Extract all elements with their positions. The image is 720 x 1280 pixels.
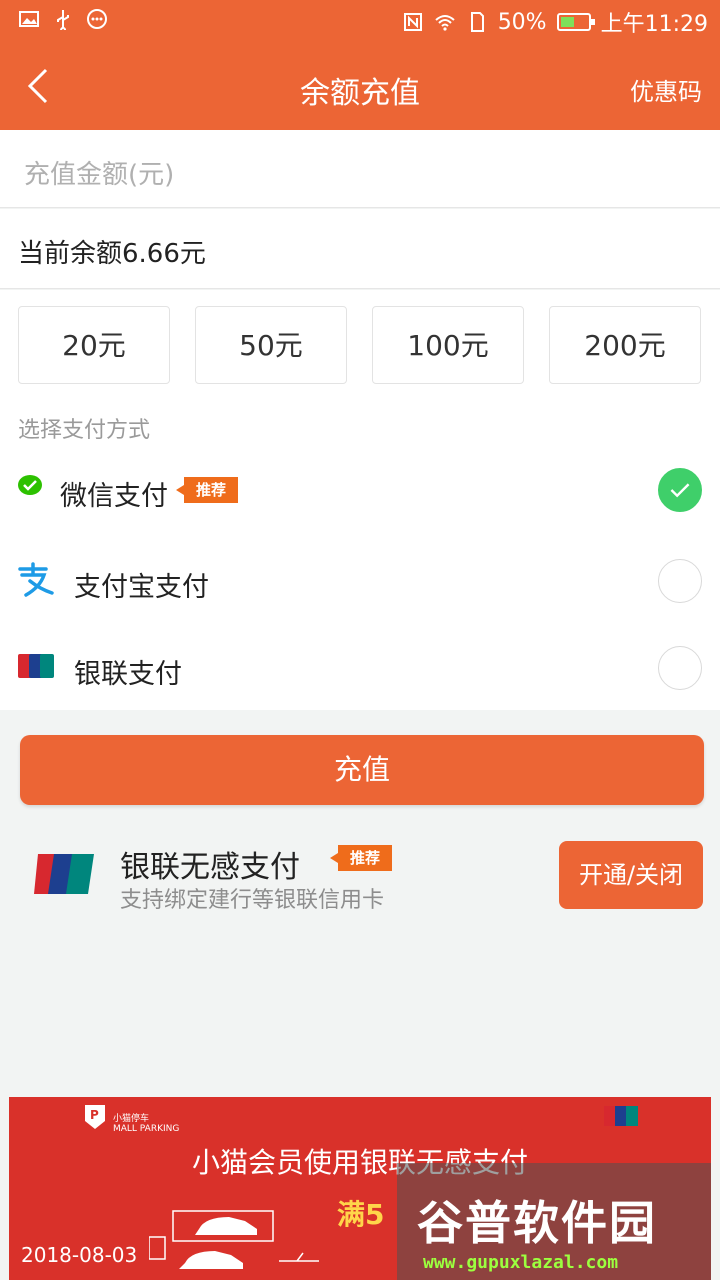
current-balance: 当前余额6.66元 [18, 239, 206, 269]
unionpay-promo-title: 银联无感支付 [120, 850, 300, 885]
recharge-button[interactable]: 充值 [20, 735, 704, 805]
status-bar: 50% 上午11:29 [0, 0, 720, 44]
page-title: 余额充值 [300, 76, 420, 111]
payment-method-alipay[interactable]: 支付宝支付 [0, 537, 720, 623]
unionpay-icon [18, 654, 54, 678]
amount-input-row[interactable]: 充值金额(元) [0, 130, 720, 208]
watermark-title: 谷普软件园 [417, 1196, 657, 1250]
parking-cars-illustration [149, 1210, 319, 1269]
amount-option-20[interactable]: 20元 [18, 306, 170, 384]
unionpay-logo-icon [34, 854, 94, 894]
payment-section-label: 选择支付方式 [18, 418, 151, 443]
image-icon [19, 11, 39, 27]
svg-text:P: P [90, 1108, 99, 1122]
battery-icon [556, 13, 595, 31]
unionpay-recommend-badge: 推荐 [329, 845, 393, 871]
amounts-panel: 20元 50元 100元 200元 选择支付方式 微信支付 推荐 支付宝支付 银… [0, 290, 720, 710]
banner-brand: 小猫停车 MALL PARKING [113, 1111, 179, 1134]
nfc-icon [403, 13, 422, 31]
enable-disable-button[interactable]: 开通/关闭 [559, 841, 703, 909]
coupon-code-button[interactable]: 优惠码 [630, 72, 702, 107]
status-right: 50% 上午11:29 [402, 6, 708, 38]
check-icon [670, 483, 690, 498]
wechat-radio-checked[interactable] [658, 468, 702, 512]
unionpay-radio[interactable] [658, 646, 702, 690]
battery-percent: 50% [497, 9, 547, 35]
payment-name-unionpay: 银联支付 [74, 659, 182, 690]
battery-fill [560, 17, 574, 27]
more-icon [87, 9, 107, 29]
banner-brand-name: 小猫停车 [113, 1114, 150, 1124]
wifi-icon [435, 15, 455, 31]
payment-name-wechat: 微信支付 [60, 481, 168, 512]
payment-method-wechat[interactable]: 微信支付 推荐 [0, 450, 720, 536]
amount-option-50[interactable]: 50元 [195, 306, 347, 384]
amount-input[interactable]: 充值金额(元) [24, 154, 174, 191]
banner-promo-text: 满5 [337, 1198, 385, 1231]
banner-date: 2018-08-03 [21, 1243, 138, 1267]
alipay-radio[interactable] [658, 559, 702, 603]
app-header: 余额充值 优惠码 [0, 44, 720, 130]
promo-banner[interactable]: P 小猫停车 MALL PARKING 小猫会员使用银联无感支付 满5 2018-… [9, 1097, 711, 1280]
alipay-icon [18, 562, 54, 597]
watermark-url: www.gupuxlazal.com [423, 1252, 619, 1273]
recommend-badge: 推荐 [175, 477, 239, 503]
usb-icon [57, 10, 69, 30]
banner-brand-sub: MALL PARKING [113, 1124, 180, 1134]
status-left-icons [18, 8, 108, 30]
payment-name-alipay: 支付宝支付 [74, 572, 209, 603]
payment-method-unionpay[interactable]: 银联支付 [0, 624, 720, 710]
status-time: 上午11:29 [600, 12, 708, 37]
balance-row: 当前余额6.66元 [0, 209, 720, 289]
amount-option-100[interactable]: 100元 [372, 306, 524, 384]
unionpay-promo-subtitle: 支持绑定建行等银联信用卡 [120, 888, 385, 913]
sim-icon [470, 12, 484, 32]
banner-unionpay-icon [604, 1106, 638, 1126]
wechat-icon [18, 475, 42, 495]
amount-option-200[interactable]: 200元 [549, 306, 701, 384]
